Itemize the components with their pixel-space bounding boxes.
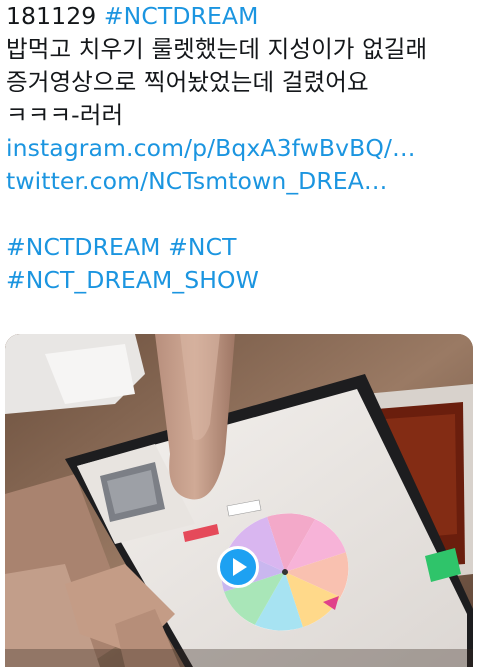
- play-button[interactable]: [217, 546, 259, 588]
- tweet-line-1: 181129 #NCTDREAM: [6, 0, 476, 33]
- tweet-line-3: 증거영상으로 찍어놨었는데 걸렸어요: [6, 68, 369, 96]
- tweet-date-text: 181129: [6, 2, 104, 30]
- tweet-line-4: ㅋㅋㅋ-러러: [6, 101, 124, 129]
- instagram-link[interactable]: instagram.com/p/BqxA3fwBvBQ/…: [6, 132, 476, 165]
- play-icon: [233, 558, 247, 576]
- twitter-link[interactable]: twitter.com/NCTsmtown_DREA…: [6, 165, 476, 198]
- tweet-text: 181129 #NCTDREAM 밥먹고 치우기 룰렛했는데 지성이가 없길래 …: [6, 0, 476, 297]
- hashtag-link[interactable]: #NCTDREAM: [6, 233, 161, 261]
- video-thumbnail[interactable]: [5, 334, 473, 667]
- hashtag-link[interactable]: #NCTDREAM: [104, 2, 259, 30]
- tweet-line-2: 밥먹고 치우기 룰렛했는데 지성이가 없길래: [6, 35, 428, 63]
- hashtag-link[interactable]: #NCT_DREAM_SHOW: [6, 264, 476, 297]
- video-frame-image: [5, 334, 473, 667]
- hashtag-link[interactable]: #NCT: [168, 233, 236, 261]
